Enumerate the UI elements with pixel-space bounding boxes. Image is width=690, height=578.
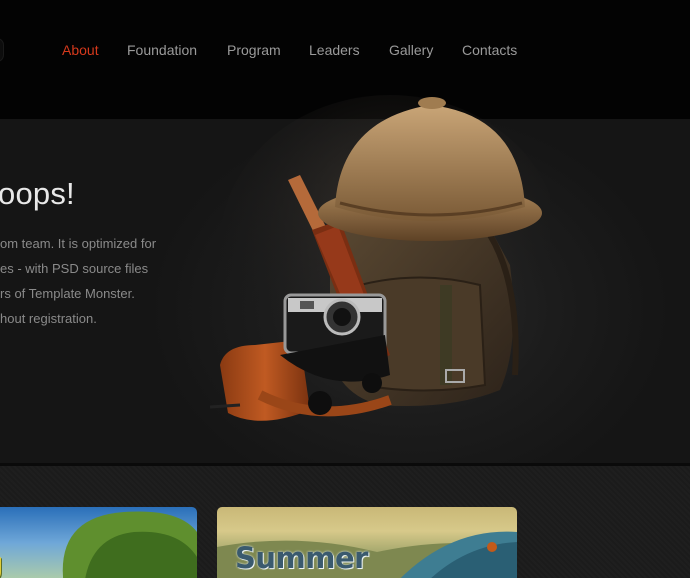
card-title: Summer xyxy=(235,541,368,575)
feature-card[interactable]: Summer xyxy=(217,507,517,578)
tree-image xyxy=(62,511,197,578)
nav-item-about[interactable]: About xyxy=(62,42,99,58)
nav-item-foundation[interactable]: Foundation xyxy=(127,42,197,58)
hero-illustration xyxy=(209,95,550,421)
content-section: g Summer xyxy=(0,466,690,578)
nav-item-leaders[interactable]: Leaders xyxy=(309,42,360,58)
hero-title: oops! xyxy=(0,176,75,211)
card-title: g xyxy=(0,547,3,578)
feature-card[interactable]: g xyxy=(0,507,197,578)
hero-text-line: es - with PSD source files xyxy=(0,261,149,276)
logo-icon[interactable] xyxy=(0,38,4,62)
nav-item-program[interactable]: Program xyxy=(227,42,281,58)
nav-item-contacts[interactable]: Contacts xyxy=(462,42,517,58)
hero-text-line: om team. It is optimized for xyxy=(0,236,157,251)
nav-item-gallery[interactable]: Gallery xyxy=(389,42,433,58)
hero-text-line: rs of Template Monster. xyxy=(0,286,135,301)
hero-text-line: hout registration. xyxy=(0,311,97,326)
hero-description: om team. It is optimized for es - with P… xyxy=(0,231,170,331)
